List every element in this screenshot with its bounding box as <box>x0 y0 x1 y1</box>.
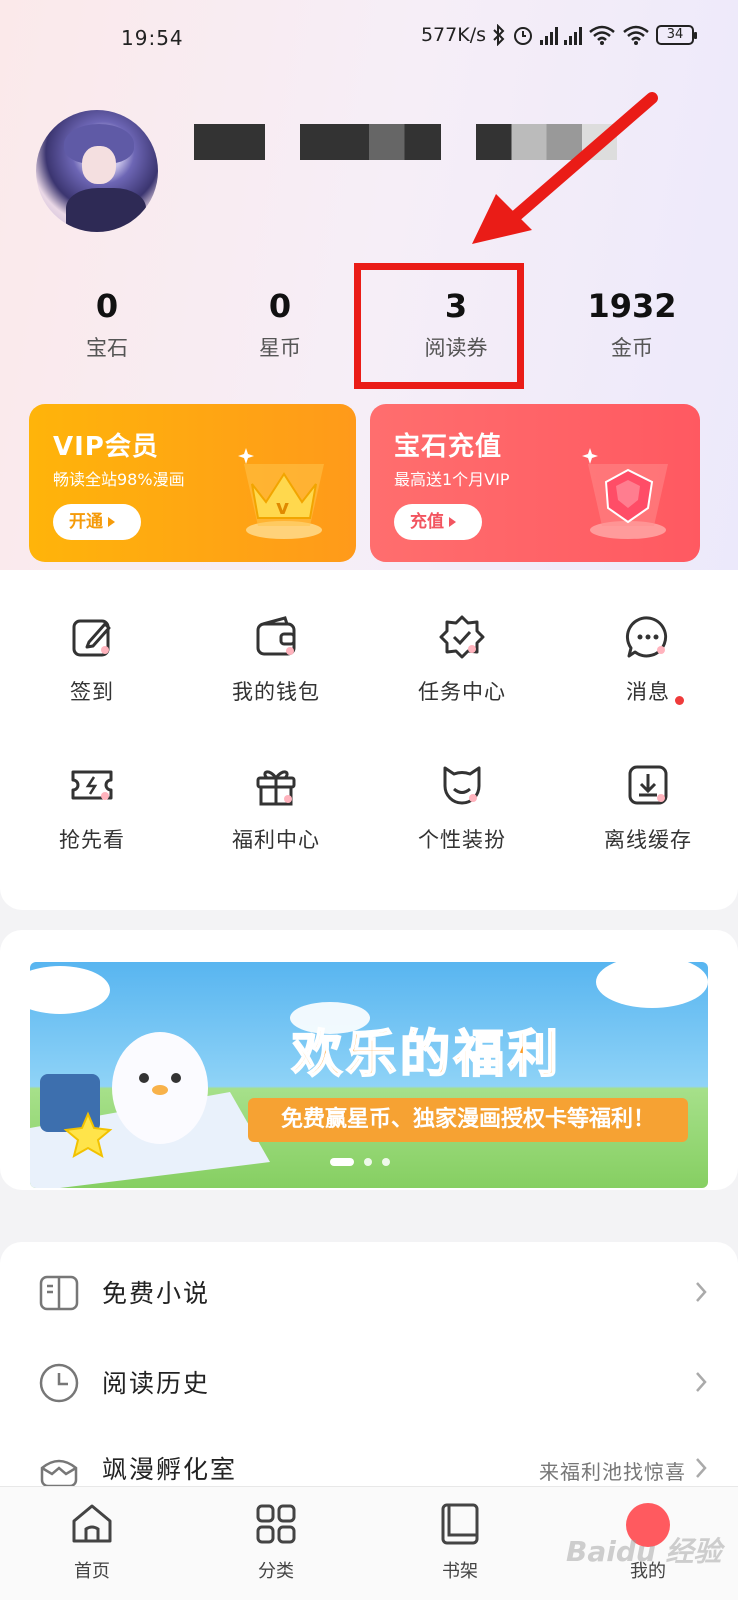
grid-item-label: 福利中心 <box>232 828 320 852</box>
grid-item-welfare-center[interactable]: 福利中心 <box>186 762 366 854</box>
battery-icon: 34 <box>656 25 697 45</box>
unread-dot <box>675 696 684 705</box>
carousel-indicator <box>330 1158 390 1166</box>
tab-label: 首页 <box>74 1561 110 1582</box>
avatar[interactable] <box>36 110 158 232</box>
bookshelf-icon <box>441 1503 479 1545</box>
clock-icon <box>39 1363 79 1403</box>
annotation-highlight-box <box>354 263 524 389</box>
wallet-icon <box>256 616 296 656</box>
vip-membership-card[interactable]: VIP会员 畅读全站98%漫画 开通 v <box>29 404 356 562</box>
grid-item-label: 消息 <box>626 680 670 704</box>
vip-title: VIP会员 <box>53 432 159 462</box>
tab-label: 书架 <box>442 1561 478 1582</box>
home-icon <box>72 1504 112 1543</box>
chat-bubble-icon <box>625 616 668 658</box>
tab-home[interactable]: 首页 <box>32 1501 152 1583</box>
grid-item-label: 个性装扮 <box>418 828 506 852</box>
bluetooth-icon <box>493 24 505 46</box>
stat-label: 星币 <box>259 336 301 360</box>
annotation-arrow <box>472 92 658 244</box>
gem-subtitle: 最高送1个月VIP <box>394 470 510 489</box>
stat-gems[interactable]: 0 宝石 <box>27 286 187 362</box>
vip-subtitle: 畅读全站98%漫画 <box>53 470 185 489</box>
download-icon <box>628 765 668 805</box>
cat-face-icon <box>443 766 481 805</box>
gem-title: 宝石充值 <box>394 432 503 462</box>
promo-banner[interactable]: 欢乐的福利 免费赢星币、独家漫画授权卡等福利！ <box>30 962 708 1188</box>
signal-icon <box>540 25 558 45</box>
menu-item-label: 免费小说 <box>102 1279 211 1308</box>
tab-label: 分类 <box>258 1561 294 1582</box>
menu-item-label: 阅读历史 <box>102 1369 211 1398</box>
status-time: 19:54 <box>121 26 184 50</box>
grid-item-early-access[interactable]: 抢先看 <box>2 762 182 854</box>
status-bar: 19:54 577K/s 34 <box>0 0 738 80</box>
stat-value: 0 <box>95 287 119 325</box>
watermark: Baidu 经验 <box>566 1535 722 1568</box>
gem-icon <box>582 448 668 539</box>
gem-recharge-button[interactable]: 充值 <box>394 504 482 540</box>
grid-item-checkin[interactable]: 签到 <box>2 614 182 706</box>
alarm-icon <box>514 27 532 45</box>
redacted-username <box>194 124 265 160</box>
menu-item-reading-history[interactable]: 阅读历史 <box>0 1352 738 1412</box>
grid-item-messages[interactable]: 消息 <box>558 614 738 706</box>
chevron-right-icon <box>696 1458 707 1478</box>
wifi-icon-2 <box>623 25 649 45</box>
stat-value: 1932 <box>587 287 677 325</box>
gift-icon <box>256 770 296 806</box>
network-speed: 577K/s <box>420 24 486 46</box>
stat-label: 金币 <box>611 336 653 360</box>
grid-item-label: 离线缓存 <box>604 828 692 852</box>
tab-bookshelf[interactable]: 书架 <box>400 1501 520 1583</box>
grid-item-wallet[interactable]: 我的钱包 <box>186 614 366 706</box>
crown-icon: v <box>238 448 324 539</box>
stat-star-coins[interactable]: 0 星币 <box>200 286 360 362</box>
stat-label: 宝石 <box>86 336 128 360</box>
badge-check-icon <box>439 615 485 659</box>
chevron-right-icon <box>696 1372 707 1392</box>
menu-item-hint: 来福利池找惊喜 <box>539 1460 686 1484</box>
grid-item-task-center[interactable]: 任务中心 <box>372 614 552 706</box>
grid-item-offline-cache[interactable]: 离线缓存 <box>558 762 738 854</box>
vip-open-button[interactable]: 开通 <box>53 504 141 540</box>
status-indicators: 577K/s 34 <box>420 24 697 46</box>
grid-item-label: 任务中心 <box>418 680 506 704</box>
chevron-right-icon <box>696 1282 707 1302</box>
stat-gold-coins[interactable]: 1932 金币 <box>552 286 712 362</box>
book-open-icon <box>39 1275 79 1311</box>
ticket-icon <box>71 770 113 800</box>
grid-item-personalize[interactable]: 个性装扮 <box>372 762 552 854</box>
egg-icon <box>40 1459 78 1488</box>
banner-subtitle: 免费赢星币、独家漫画授权卡等福利！ <box>248 1098 688 1142</box>
gem-recharge-card[interactable]: 宝石充值 最高送1个月VIP 充值 <box>370 404 700 562</box>
grid-item-label: 签到 <box>70 680 114 704</box>
banner-title: 欢乐的福利 <box>291 1024 562 1084</box>
wifi-icon <box>589 25 615 45</box>
grid-item-label: 抢先看 <box>59 828 125 852</box>
menu-item-label: 飒漫孵化室 <box>102 1455 238 1484</box>
edit-icon <box>72 619 111 657</box>
grid-icon <box>256 1504 296 1544</box>
redacted-id <box>300 124 441 160</box>
stat-value: 0 <box>268 287 292 325</box>
grid-item-label: 我的钱包 <box>232 680 320 704</box>
menu-item-free-novels[interactable]: 免费小说 <box>0 1262 738 1322</box>
tab-categories[interactable]: 分类 <box>216 1501 336 1583</box>
svg-text:v: v <box>276 495 289 519</box>
signal-icon-2 <box>564 25 582 45</box>
